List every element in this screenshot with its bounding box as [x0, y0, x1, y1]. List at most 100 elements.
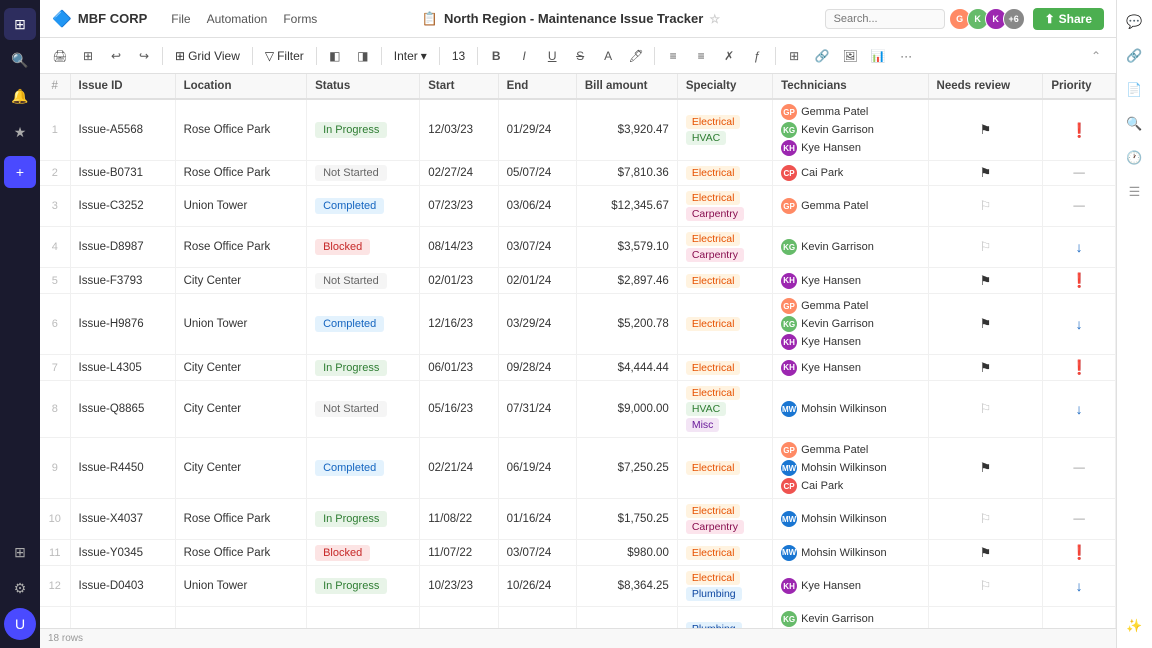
cell-needs-review[interactable]: ⚑ — [928, 161, 1043, 186]
cell-issue-id[interactable]: Issue-X4037 — [70, 499, 175, 540]
cell-status[interactable]: Not Started — [307, 381, 420, 438]
sidebar-search-icon[interactable]: 🔍 — [4, 44, 36, 76]
align-left-btn[interactable]: ◧ — [323, 44, 347, 68]
cell-status[interactable]: In Progress — [307, 99, 420, 161]
cell-priority[interactable]: — — [1043, 438, 1116, 499]
nav-forms[interactable]: Forms — [283, 12, 317, 26]
table-row[interactable]: 12Issue-D0403Union TowerIn Progress10/23… — [40, 566, 1116, 607]
cell-status[interactable]: Completed — [307, 186, 420, 227]
cell-issue-id[interactable]: Issue-A5568 — [70, 99, 175, 161]
table-row[interactable]: 1Issue-A5568Rose Office ParkIn Progress1… — [40, 99, 1116, 161]
col-status[interactable]: Status — [307, 74, 420, 99]
table-row[interactable]: 5Issue-F3793City CenterNot Started02/01/… — [40, 268, 1116, 294]
italic-btn[interactable]: I — [512, 44, 536, 68]
link-btn[interactable]: 🔗 — [810, 44, 834, 68]
col-priority[interactable]: Priority — [1043, 74, 1116, 99]
bold-btn[interactable]: B — [484, 44, 508, 68]
cell-issue-id[interactable]: Issue-Q8865 — [70, 381, 175, 438]
nav-automation[interactable]: Automation — [207, 12, 268, 26]
cell-priority[interactable]: — — [1043, 186, 1116, 227]
table-row[interactable]: 10Issue-X4037Rose Office ParkIn Progress… — [40, 499, 1116, 540]
cell-issue-id[interactable]: Issue-C3252 — [70, 186, 175, 227]
col-issue-id[interactable]: Issue ID — [70, 74, 175, 99]
toolbar-print-btn[interactable]: 🖨 — [48, 44, 72, 68]
right-comments-icon[interactable]: 💬 — [1121, 8, 1149, 36]
cell-needs-review[interactable]: ⚑ — [928, 355, 1043, 381]
cell-needs-review[interactable]: ⚐ — [928, 186, 1043, 227]
sidebar-settings-icon[interactable]: ⚙ — [4, 572, 36, 604]
font-size-btn[interactable]: 13 — [446, 47, 471, 65]
col-review[interactable]: Needs review — [928, 74, 1043, 99]
sidebar-user-icon[interactable]: U — [4, 608, 36, 640]
table-row[interactable]: 6Issue-H9876Union TowerCompleted12/16/23… — [40, 294, 1116, 355]
table-row[interactable]: 2Issue-B0731Rose Office ParkNot Started0… — [40, 161, 1116, 186]
cell-needs-review[interactable]: ⚐ — [928, 227, 1043, 268]
toolbar-undo-btn[interactable]: ↩ — [104, 44, 128, 68]
cell-needs-review[interactable]: ⚑ — [928, 438, 1043, 499]
col-bill[interactable]: Bill amount — [576, 74, 677, 99]
cell-priority[interactable]: ↓ — [1043, 294, 1116, 355]
clear-btn[interactable]: ✗ — [717, 44, 741, 68]
col-start[interactable]: Start — [420, 74, 498, 99]
col-location[interactable]: Location — [175, 74, 307, 99]
collapse-btn[interactable]: ⌃ — [1084, 44, 1108, 68]
align-text-btn[interactable]: ≡ — [661, 44, 685, 68]
cell-needs-review[interactable]: ⚑ — [928, 540, 1043, 566]
col-technicians[interactable]: Technicians — [773, 74, 928, 99]
right-history-icon[interactable]: 🕐 — [1121, 144, 1149, 172]
cell-needs-review[interactable]: ⚐ — [928, 607, 1043, 629]
cell-issue-id[interactable]: Issue-R4450 — [70, 438, 175, 499]
table-row[interactable]: 11Issue-Y0345Rose Office ParkBlocked11/0… — [40, 540, 1116, 566]
table-row[interactable]: 13Issue-D4949Meridian CourtBlocked09/28/… — [40, 607, 1116, 629]
filter-btn[interactable]: ▽ Filter — [259, 47, 310, 65]
cell-priority[interactable]: ❗ — [1043, 540, 1116, 566]
cell-issue-id[interactable]: Issue-D8987 — [70, 227, 175, 268]
nav-file[interactable]: File — [171, 12, 190, 26]
col-specialty[interactable]: Specialty — [677, 74, 772, 99]
image-btn[interactable]: 🖼 — [838, 44, 862, 68]
table-row[interactable]: 8Issue-Q8865City CenterNot Started05/16/… — [40, 381, 1116, 438]
cell-status[interactable]: Not Started — [307, 268, 420, 294]
cell-status[interactable]: Completed — [307, 294, 420, 355]
cell-status[interactable]: In Progress — [307, 355, 420, 381]
table-btn[interactable]: ⊞ — [782, 44, 806, 68]
cell-priority[interactable]: ↓ — [1043, 566, 1116, 607]
table-row[interactable]: 4Issue-D8987Rose Office ParkBlocked08/14… — [40, 227, 1116, 268]
cell-status[interactable]: In Progress — [307, 499, 420, 540]
cell-issue-id[interactable]: Issue-L4305 — [70, 355, 175, 381]
font-family-btn[interactable]: Inter ▾ — [388, 47, 433, 65]
right-link-icon[interactable]: 🔗 — [1121, 42, 1149, 70]
sidebar-home-icon[interactable]: ⊞ — [4, 8, 36, 40]
cell-status[interactable]: Blocked — [307, 607, 420, 629]
cell-priority[interactable]: ❗ — [1043, 268, 1116, 294]
right-doc-icon[interactable]: 📄 — [1121, 76, 1149, 104]
cell-issue-id[interactable]: Issue-B0731 — [70, 161, 175, 186]
cell-priority[interactable]: ↓ — [1043, 381, 1116, 438]
formula-btn[interactable]: ƒ — [745, 44, 769, 68]
sidebar-add-icon[interactable]: + — [4, 156, 36, 188]
cell-status[interactable]: In Progress — [307, 566, 420, 607]
toolbar-redo-btn[interactable]: ↪ — [132, 44, 156, 68]
cell-issue-id[interactable]: Issue-H9876 — [70, 294, 175, 355]
cell-priority[interactable]: ↓ — [1043, 227, 1116, 268]
table-row[interactable]: 9Issue-R4450City CenterCompleted02/21/24… — [40, 438, 1116, 499]
cell-status[interactable]: Blocked — [307, 540, 420, 566]
col-end[interactable]: End — [498, 74, 576, 99]
cell-needs-review[interactable]: ⚐ — [928, 566, 1043, 607]
sidebar-grid-icon[interactable]: ⊞ — [4, 536, 36, 568]
underline-btn[interactable]: U — [540, 44, 564, 68]
cell-priority[interactable]: — — [1043, 607, 1116, 629]
strikethrough-btn[interactable]: S — [568, 44, 592, 68]
cell-needs-review[interactable]: ⚐ — [928, 499, 1043, 540]
cell-priority[interactable]: — — [1043, 161, 1116, 186]
cell-needs-review[interactable]: ⚑ — [928, 268, 1043, 294]
align-right-btn[interactable]: ◨ — [351, 44, 375, 68]
search-input[interactable] — [825, 9, 945, 29]
share-button[interactable]: ⬆ Share — [1033, 8, 1104, 30]
cell-priority[interactable]: ❗ — [1043, 99, 1116, 161]
table-container[interactable]: # Issue ID Location Status Start End Bil… — [40, 74, 1116, 628]
cell-needs-review[interactable]: ⚑ — [928, 99, 1043, 161]
cell-priority[interactable]: ❗ — [1043, 355, 1116, 381]
align-text2-btn[interactable]: ≡ — [689, 44, 713, 68]
sidebar-bookmark-icon[interactable]: ★ — [4, 116, 36, 148]
